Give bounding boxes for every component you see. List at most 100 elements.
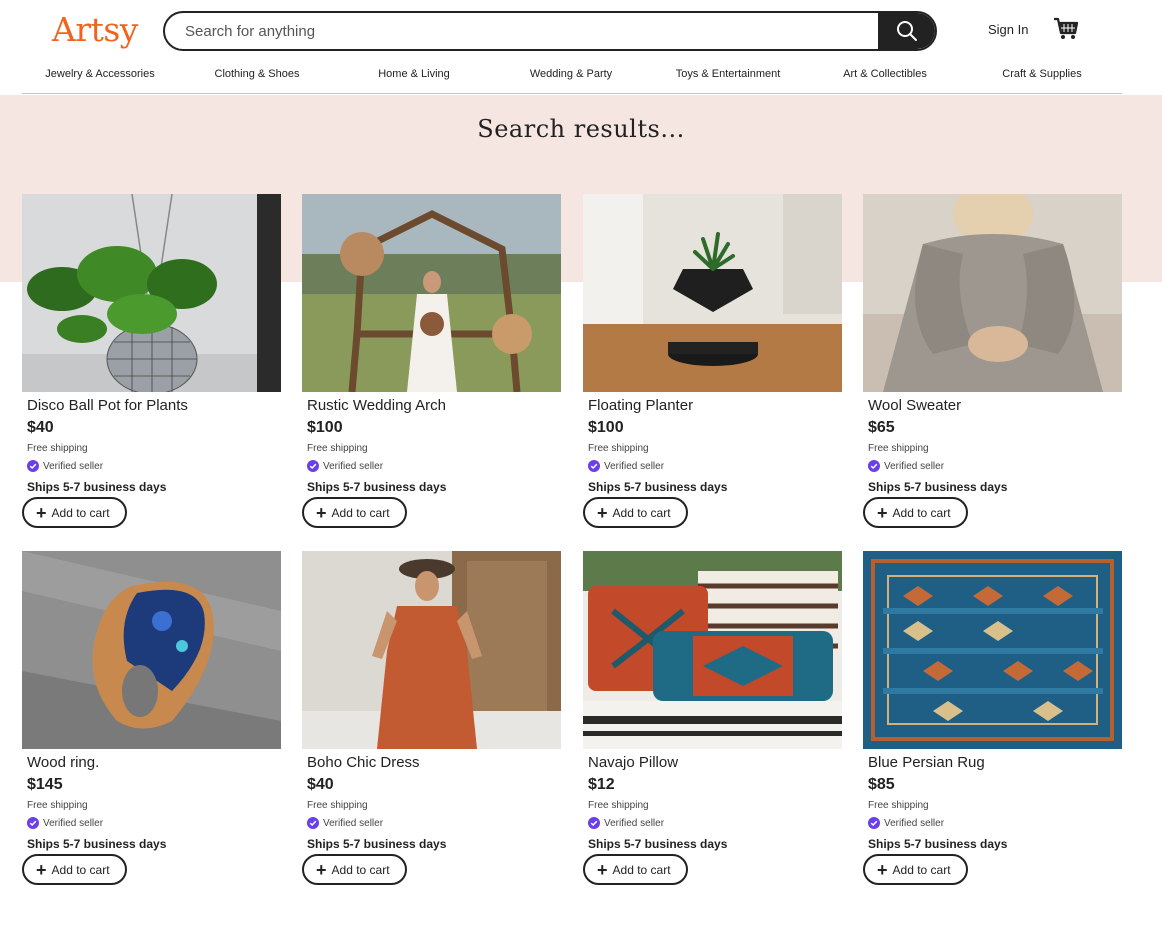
verified-label: Verified seller: [43, 460, 104, 472]
product-card: Navajo Pillow $12 Free shipping Verified…: [583, 551, 842, 886]
ships-info: Ships 5-7 business days: [27, 837, 167, 851]
plus-icon: +: [877, 859, 888, 880]
site-header: Artsy Sign In: [0, 0, 1162, 62]
product-title[interactable]: Navajo Pillow: [588, 754, 678, 771]
site-logo[interactable]: Artsy: [52, 10, 138, 49]
product-price: $100: [588, 419, 624, 436]
ships-info: Ships 5-7 business days: [868, 837, 1008, 851]
verified-seller: Verified seller: [307, 460, 383, 472]
plus-icon: +: [877, 502, 888, 523]
nav-item-home[interactable]: Home & Living: [378, 68, 450, 80]
product-image[interactable]: [863, 194, 1122, 392]
shipping-info: Free shipping: [307, 800, 368, 811]
nav-item-art[interactable]: Art & Collectibles: [843, 68, 927, 80]
verified-seller: Verified seller: [588, 460, 664, 472]
add-to-cart-label: Add to cart: [51, 505, 110, 520]
product-card: Disco Ball Pot for Plants $40 Free shipp…: [22, 194, 281, 529]
verified-badge-icon: [307, 817, 319, 829]
verified-seller: Verified seller: [27, 817, 103, 829]
product-title[interactable]: Floating Planter: [588, 397, 693, 414]
verified-badge-icon: [307, 460, 319, 472]
add-to-cart-button[interactable]: + Add to cart: [22, 497, 127, 528]
plus-icon: +: [597, 502, 608, 523]
ships-info: Ships 5-7 business days: [588, 837, 728, 851]
product-card: Rustic Wedding Arch $100 Free shipping V…: [302, 194, 561, 529]
product-title[interactable]: Blue Persian Rug: [868, 754, 985, 771]
ships-info: Ships 5-7 business days: [307, 480, 447, 494]
product-title[interactable]: Disco Ball Pot for Plants: [27, 397, 188, 414]
search-icon: [896, 21, 917, 41]
add-to-cart-button[interactable]: + Add to cart: [583, 497, 688, 528]
nav-item-jewelry[interactable]: Jewelry & Accessories: [45, 68, 154, 80]
product-image[interactable]: [22, 551, 281, 749]
product-price: $100: [307, 419, 343, 436]
verified-badge-icon: [868, 460, 880, 472]
ships-info: Ships 5-7 business days: [27, 480, 167, 494]
verified-seller: Verified seller: [868, 817, 944, 829]
verified-label: Verified seller: [884, 460, 945, 472]
page-title: Search results...: [477, 115, 685, 143]
add-to-cart-label: Add to cart: [331, 862, 390, 877]
verified-label: Verified seller: [323, 460, 384, 472]
shipping-info: Free shipping: [588, 800, 649, 811]
verified-seller: Verified seller: [868, 460, 944, 472]
verified-label: Verified seller: [604, 460, 665, 472]
add-to-cart-button[interactable]: + Add to cart: [302, 497, 407, 528]
product-card: Floating Planter $100 Free shipping Veri…: [583, 194, 842, 529]
add-to-cart-button[interactable]: + Add to cart: [863, 497, 968, 528]
shipping-info: Free shipping: [27, 800, 88, 811]
shipping-info: Free shipping: [868, 443, 929, 454]
nav-item-clothing[interactable]: Clothing & Shoes: [215, 68, 300, 80]
verified-badge-icon: [588, 817, 600, 829]
search-button[interactable]: [878, 13, 935, 49]
product-card: Wool Sweater $65 Free shipping Verified …: [863, 194, 1122, 529]
add-to-cart-label: Add to cart: [331, 505, 390, 520]
verified-label: Verified seller: [43, 817, 104, 829]
product-title[interactable]: Rustic Wedding Arch: [307, 397, 446, 414]
plus-icon: +: [597, 859, 608, 880]
add-to-cart-label: Add to cart: [612, 505, 671, 520]
plus-icon: +: [316, 859, 327, 880]
product-price: $145: [27, 776, 63, 793]
plus-icon: +: [36, 502, 47, 523]
search-input[interactable]: [165, 13, 879, 49]
product-price: $65: [868, 419, 895, 436]
product-title[interactable]: Wood ring.: [27, 754, 99, 771]
product-image[interactable]: [583, 194, 842, 392]
product-price: $40: [27, 419, 54, 436]
shipping-info: Free shipping: [588, 443, 649, 454]
ships-info: Ships 5-7 business days: [307, 837, 447, 851]
product-card: Wood ring. $145 Free shipping Verified s…: [22, 551, 281, 886]
verified-seller: Verified seller: [27, 460, 103, 472]
product-image[interactable]: [583, 551, 842, 749]
product-price: $12: [588, 776, 615, 793]
add-to-cart-button[interactable]: + Add to cart: [583, 854, 688, 885]
verified-badge-icon: [868, 817, 880, 829]
nav-item-craft[interactable]: Craft & Supplies: [1002, 68, 1081, 80]
shipping-info: Free shipping: [868, 800, 929, 811]
product-price: $85: [868, 776, 895, 793]
verified-badge-icon: [27, 817, 39, 829]
product-image[interactable]: [302, 551, 561, 749]
nav-item-toys[interactable]: Toys & Entertainment: [676, 68, 781, 80]
shopping-cart-icon[interactable]: [1053, 16, 1079, 42]
verified-badge-icon: [27, 460, 39, 472]
verified-label: Verified seller: [884, 817, 945, 829]
sign-in-link[interactable]: Sign In: [988, 22, 1028, 37]
product-title[interactable]: Boho Chic Dress: [307, 754, 420, 771]
product-title[interactable]: Wool Sweater: [868, 397, 961, 414]
verified-badge-icon: [588, 460, 600, 472]
verified-seller: Verified seller: [307, 817, 383, 829]
verified-label: Verified seller: [604, 817, 665, 829]
product-card: Blue Persian Rug $85 Free shipping Verif…: [863, 551, 1122, 886]
plus-icon: +: [316, 502, 327, 523]
nav-item-wedding[interactable]: Wedding & Party: [530, 68, 612, 80]
product-image[interactable]: [863, 551, 1122, 749]
product-image[interactable]: [302, 194, 561, 392]
add-to-cart-button[interactable]: + Add to cart: [22, 854, 127, 885]
add-to-cart-label: Add to cart: [612, 862, 671, 877]
add-to-cart-button[interactable]: + Add to cart: [863, 854, 968, 885]
ships-info: Ships 5-7 business days: [868, 480, 1008, 494]
add-to-cart-button[interactable]: + Add to cart: [302, 854, 407, 885]
product-image[interactable]: [22, 194, 281, 392]
